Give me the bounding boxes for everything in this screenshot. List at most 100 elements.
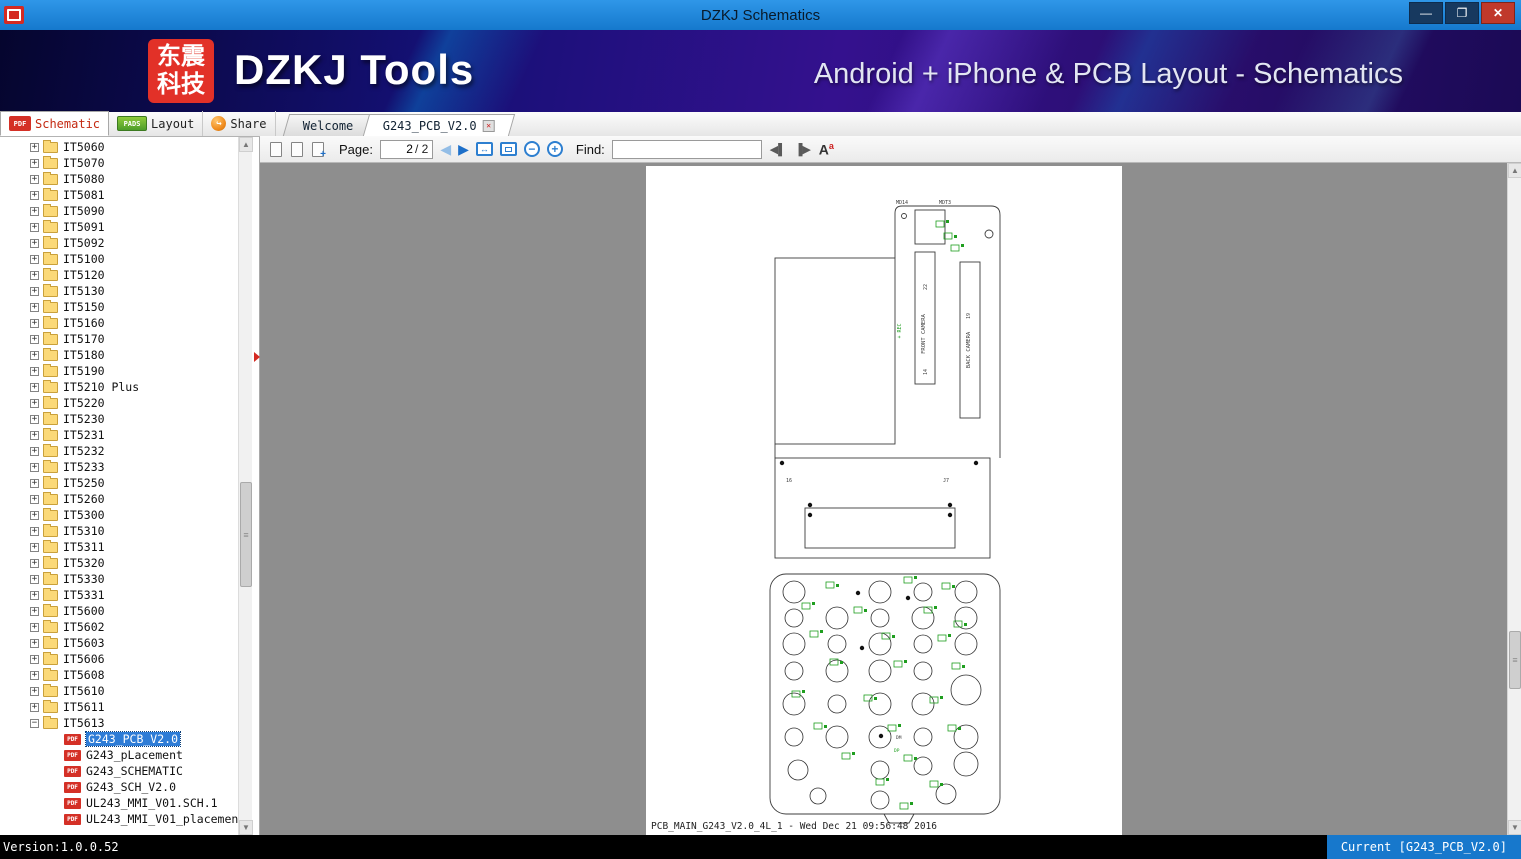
tree-folder-IT5230[interactable]: + IT5230	[0, 411, 238, 427]
tree-folder-IT5320[interactable]: + IT5320	[0, 555, 238, 571]
expand-icon[interactable]: +	[30, 318, 39, 328]
expand-icon[interactable]: +	[30, 558, 39, 568]
page-number-input[interactable]	[384, 142, 413, 156]
tree-folder-IT5232[interactable]: + IT5232	[0, 443, 238, 459]
expand-icon[interactable]: +	[30, 686, 39, 696]
expand-icon[interactable]: +	[30, 462, 39, 472]
tree-folder-IT5250[interactable]: + IT5250	[0, 475, 238, 491]
tree-folder-IT5231[interactable]: + IT5231	[0, 427, 238, 443]
expand-icon[interactable]: +	[30, 158, 39, 168]
tree-file-G243_SCH_V2.0[interactable]: PDF G243_SCH_V2.0	[0, 779, 238, 795]
tree-folder-IT5100[interactable]: + IT5100	[0, 251, 238, 267]
zoom-in-icon[interactable]: +	[546, 141, 563, 157]
collapse-icon[interactable]: −	[30, 718, 39, 728]
tree-folder-IT5130[interactable]: + IT5130	[0, 283, 238, 299]
expand-icon[interactable]: +	[30, 638, 39, 648]
next-page-icon[interactable]: ▶	[458, 142, 469, 156]
expand-icon[interactable]: +	[30, 430, 39, 440]
tree-folder-IT5060[interactable]: + IT5060	[0, 139, 238, 155]
expand-icon[interactable]: +	[30, 302, 39, 312]
tree-file-G243_pLacement[interactable]: PDF G243_pLacement	[0, 747, 238, 763]
page-single-icon[interactable]	[270, 141, 282, 157]
fit-width-icon[interactable]: ↔	[475, 142, 493, 156]
expand-icon[interactable]: +	[30, 510, 39, 520]
expand-icon[interactable]: +	[30, 574, 39, 584]
tree-folder-IT5160[interactable]: + IT5160	[0, 315, 238, 331]
scroll-up-icon[interactable]: ▲	[239, 137, 253, 152]
tree-folder-IT5081[interactable]: + IT5081	[0, 187, 238, 203]
sidebar-scroll-thumb[interactable]: ≡	[240, 482, 252, 587]
text-size-icon[interactable]: Aa	[819, 141, 834, 158]
tree-folder-IT5190[interactable]: + IT5190	[0, 363, 238, 379]
tree-file-UL243_MMI_V01_placement[interactable]: PDF UL243_MMI_V01_placement	[0, 811, 238, 827]
find-previous-icon[interactable]: ◀▌	[769, 141, 787, 157]
maximize-button[interactable]: ❐	[1445, 2, 1479, 24]
tree-folder-IT5311[interactable]: + IT5311	[0, 539, 238, 555]
expand-icon[interactable]: +	[30, 606, 39, 616]
expand-icon[interactable]: +	[30, 398, 39, 408]
expand-icon[interactable]: +	[30, 590, 39, 600]
tree-folder-IT5080[interactable]: + IT5080	[0, 171, 238, 187]
tree-folder-IT5150[interactable]: + IT5150	[0, 299, 238, 315]
expand-icon[interactable]: +	[30, 542, 39, 552]
tree-file-UL243_MMI_V01.SCH.1[interactable]: PDF UL243_MMI_V01.SCH.1	[0, 795, 238, 811]
expand-icon[interactable]: +	[30, 382, 39, 392]
tree-folder-IT5070[interactable]: + IT5070	[0, 155, 238, 171]
expand-icon[interactable]: +	[30, 478, 39, 488]
expand-icon[interactable]: +	[30, 446, 39, 456]
tree-folder-IT5603[interactable]: + IT5603	[0, 635, 238, 651]
tree-folder-IT5310[interactable]: + IT5310	[0, 523, 238, 539]
expand-icon[interactable]: +	[30, 238, 39, 248]
tree-folder-IT5600[interactable]: + IT5600	[0, 603, 238, 619]
expand-icon[interactable]: +	[30, 190, 39, 200]
expand-icon[interactable]: +	[30, 526, 39, 536]
fit-page-icon[interactable]	[499, 142, 517, 156]
expand-icon[interactable]: +	[30, 286, 39, 296]
expand-icon[interactable]: +	[30, 702, 39, 712]
tree-folder-IT5608[interactable]: + IT5608	[0, 667, 238, 683]
expand-icon[interactable]: +	[30, 622, 39, 632]
tree-file-G243_PCB_V2.0[interactable]: PDF G243_PCB_V2.0	[0, 731, 238, 747]
minimize-button[interactable]: —	[1409, 2, 1443, 24]
previous-page-icon[interactable]: ◀	[440, 142, 451, 156]
doc-tab-G243_PCB_V2.0[interactable]: G243_PCB_V2.0 ✕	[362, 114, 516, 136]
tree-folder-IT5090[interactable]: + IT5090	[0, 203, 238, 219]
tree-folder-IT5260[interactable]: + IT5260	[0, 491, 238, 507]
viewer-scroll-thumb[interactable]: ≡	[1509, 631, 1521, 689]
scroll-down-icon[interactable]: ▼	[239, 820, 253, 835]
page-double-icon[interactable]	[291, 138, 306, 157]
expand-icon[interactable]: +	[30, 414, 39, 424]
tab-layout[interactable]: PADS Layout	[109, 111, 204, 136]
tree-folder-IT5613[interactable]: − IT5613	[0, 715, 238, 731]
tree-folder-IT5300[interactable]: + IT5300	[0, 507, 238, 523]
tree-folder-IT5092[interactable]: + IT5092	[0, 235, 238, 251]
pdf-page[interactable]: MD14 MDT3 FRONT CAMERA BACK CAMERA + REC…	[646, 166, 1122, 835]
tree-folder-IT5210 Plus[interactable]: + IT5210 Plus	[0, 379, 238, 395]
tree-file-G243_SCHEMATIC[interactable]: PDF G243_SCHEMATIC	[0, 763, 238, 779]
viewer-scroll-down-icon[interactable]: ▼	[1508, 820, 1521, 835]
sidebar-scrollbar[interactable]: ▲ ≡ ▼	[238, 137, 253, 835]
expand-icon[interactable]: +	[30, 350, 39, 360]
expand-icon[interactable]: +	[30, 254, 39, 264]
expand-icon[interactable]: +	[30, 654, 39, 664]
zoom-out-icon[interactable]: −	[523, 141, 540, 157]
expand-icon[interactable]: +	[30, 670, 39, 680]
find-input[interactable]	[611, 139, 762, 159]
page-add-icon[interactable]	[312, 141, 326, 160]
expand-icon[interactable]: +	[30, 222, 39, 232]
expand-icon[interactable]: +	[30, 494, 39, 504]
tab-share[interactable]: ↪ Share	[203, 111, 276, 136]
tree-folder-IT5120[interactable]: + IT5120	[0, 267, 238, 283]
tree-folder-IT5091[interactable]: + IT5091	[0, 219, 238, 235]
viewer-scrollbar[interactable]: ▲ ≡ ▼	[1507, 163, 1521, 835]
expand-icon[interactable]: +	[30, 366, 39, 376]
tree-folder-IT5330[interactable]: + IT5330	[0, 571, 238, 587]
expand-icon[interactable]: +	[30, 334, 39, 344]
expand-icon[interactable]: +	[30, 206, 39, 216]
tree-folder-IT5610[interactable]: + IT5610	[0, 683, 238, 699]
close-tab-icon[interactable]: ✕	[482, 119, 495, 132]
tree-folder-IT5611[interactable]: + IT5611	[0, 699, 238, 715]
viewer-scroll-up-icon[interactable]: ▲	[1508, 163, 1521, 178]
doc-tab-Welcome[interactable]: Welcome	[282, 114, 374, 136]
tab-schematic[interactable]: PDF Schematic	[0, 111, 110, 136]
